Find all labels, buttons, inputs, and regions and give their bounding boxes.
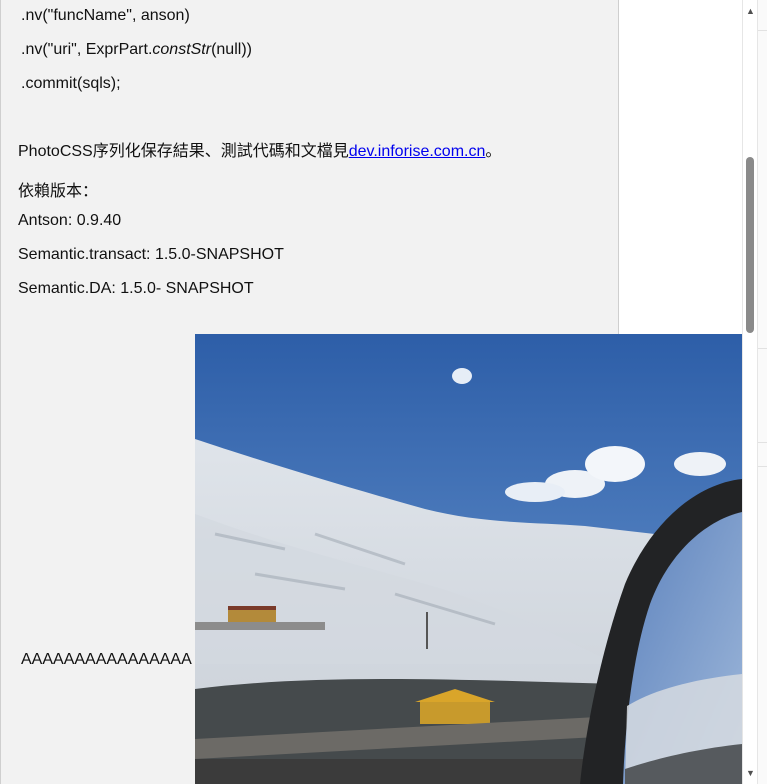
code-method-italic: constStr: [152, 41, 212, 58]
building: [228, 610, 276, 624]
page-viewport: .nv("funcName", anson) .nv("uri", ExprPa…: [0, 0, 767, 784]
cloud: [505, 482, 565, 502]
code-text: (null)): [211, 41, 252, 58]
vertical-scrollbar[interactable]: ▲ ▼: [742, 0, 757, 784]
dep-item: Antson: 0.9.40: [18, 212, 122, 229]
edge-divider: [758, 30, 767, 31]
wall: [195, 622, 325, 630]
building-roof: [228, 606, 276, 610]
image-caption: AAAAAAAAAAAAAAAA: [21, 651, 192, 668]
cloud: [452, 368, 472, 384]
result-link[interactable]: dev.inforise.com.cn: [349, 143, 486, 160]
result-paragraph: PhotoCSS序列化保存結果、測試代碼和文檔見dev.inforise.com…: [18, 137, 501, 161]
cloud: [585, 446, 645, 482]
code-line-uri: .nv("uri", ExprPart.constStr(null)): [21, 41, 252, 59]
code-line-commit: .commit(sqls);: [21, 75, 121, 92]
edge-divider: [758, 466, 767, 467]
temple: [420, 702, 490, 724]
code-line-funcname: .nv("funcName", anson): [21, 7, 190, 24]
code-text: .nv("uri", ExprPart.: [21, 41, 153, 58]
deps-title: 依賴版本：: [18, 183, 99, 200]
dep-item: Semantic.transact: 1.5.0-SNAPSHOT: [18, 246, 284, 263]
scroll-down-arrow-icon[interactable]: ▼: [743, 766, 758, 781]
result-suffix: 。: [485, 143, 502, 160]
edge-divider: [758, 348, 767, 349]
edge-divider: [758, 442, 767, 443]
scroll-thumb[interactable]: [746, 157, 754, 333]
cloud: [674, 452, 726, 476]
photo-svg: [195, 334, 742, 784]
landscape-photo: [195, 334, 742, 784]
side-panel-edge: [757, 0, 767, 784]
dep-item: Semantic.DA: 1.5.0- SNAPSHOT: [18, 280, 254, 297]
scroll-up-arrow-icon[interactable]: ▲: [743, 4, 758, 19]
result-text: PhotoCSS序列化保存結果、測試代碼和文檔見: [18, 143, 349, 160]
